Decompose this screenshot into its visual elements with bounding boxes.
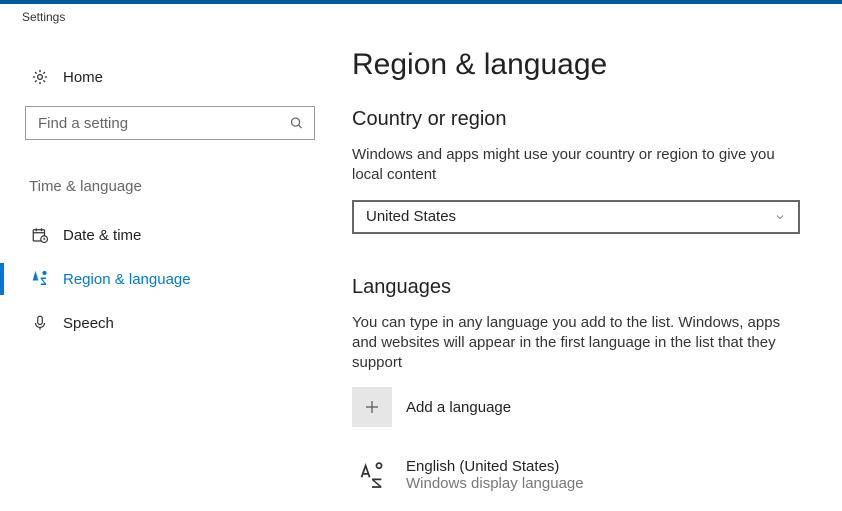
language-subtitle: Windows display language <box>406 475 584 492</box>
language-list-item[interactable]: English (United States) Windows display … <box>352 455 802 495</box>
plus-icon <box>352 387 392 427</box>
home-label: Home <box>63 69 103 86</box>
language-text-group: English (United States) Windows display … <box>406 458 584 492</box>
language-az-icon <box>31 270 49 288</box>
sidebar-item-label: Date & time <box>63 227 141 244</box>
content: Home Time & language Date & time <box>0 30 842 511</box>
search-icon <box>289 116 304 131</box>
titlebar: Settings <box>0 0 842 30</box>
languages-section-title: Languages <box>352 276 802 299</box>
calendar-clock-icon <box>31 226 49 244</box>
search-input[interactable] <box>26 107 314 139</box>
add-language-label: Add a language <box>406 399 511 416</box>
main-panel: Region & language Country or region Wind… <box>340 30 842 511</box>
sidebar-item-date-time[interactable]: Date & time <box>25 213 315 257</box>
language-az-icon <box>352 455 392 495</box>
sidebar-item-label: Region & language <box>63 271 191 288</box>
languages-section-desc: You can type in any language you add to … <box>352 313 792 374</box>
sidebar: Home Time & language Date & time <box>0 30 340 511</box>
window-title: Settings <box>22 10 65 24</box>
language-name: English (United States) <box>406 458 584 475</box>
add-language-button[interactable]: Add a language <box>352 387 802 427</box>
country-selected-value: United States <box>366 208 456 225</box>
country-combobox[interactable]: United States <box>352 200 800 234</box>
microphone-icon <box>31 314 49 332</box>
gear-icon <box>31 68 49 86</box>
sidebar-item-region-language[interactable]: Region & language <box>25 257 315 301</box>
page-title: Region & language <box>352 48 802 82</box>
sidebar-item-label: Speech <box>63 315 114 332</box>
country-section-title: Country or region <box>352 108 802 131</box>
chevron-down-icon <box>774 211 786 223</box>
search-input-wrap[interactable] <box>25 106 315 140</box>
home-button[interactable]: Home <box>31 68 315 86</box>
sidebar-category: Time & language <box>29 178 315 195</box>
country-section-desc: Windows and apps might use your country … <box>352 145 792 186</box>
sidebar-item-speech[interactable]: Speech <box>25 301 315 345</box>
